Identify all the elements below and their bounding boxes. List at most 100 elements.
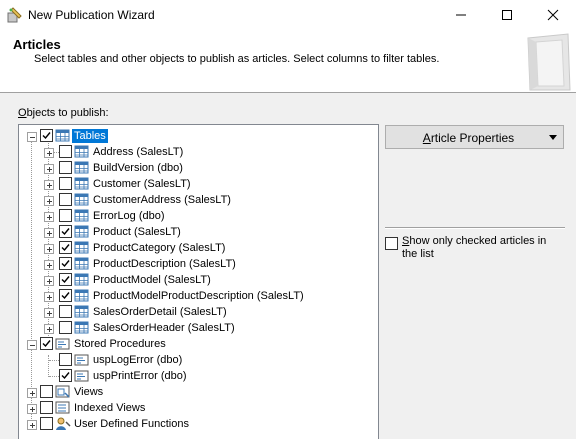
table-checkbox[interactable] — [59, 321, 72, 334]
expand-expander[interactable] — [44, 308, 54, 318]
table-checkbox[interactable] — [59, 305, 72, 318]
table-checkbox[interactable] — [59, 289, 72, 302]
objects-tree[interactable]: Tables Address (SalesLT) BuildVersion (d… — [18, 124, 379, 439]
table-label[interactable]: BuildVersion (dbo) — [91, 161, 185, 175]
minimize-icon — [456, 14, 466, 16]
checkmark-icon — [61, 228, 70, 236]
tree-node-table[interactable]: SalesOrderHeader (SalesLT) — [19, 320, 359, 336]
checkmark-icon — [42, 340, 51, 348]
page-subtitle: Select tables and other objects to publi… — [34, 53, 440, 65]
expand-expander[interactable] — [44, 260, 54, 270]
views-checkbox[interactable] — [40, 385, 53, 398]
views-label[interactable]: Views — [72, 385, 105, 399]
tables-label[interactable]: Tables — [72, 129, 108, 143]
tree-node-table[interactable]: Product (SalesLT) — [19, 224, 359, 240]
indexed-views-checkbox[interactable] — [40, 401, 53, 414]
table-checkbox[interactable] — [59, 193, 72, 206]
udf-label[interactable]: User Defined Functions — [72, 417, 191, 431]
article-properties-button[interactable]: Article Properties — [385, 125, 564, 149]
expand-expander[interactable] — [44, 276, 54, 286]
tree-node-views[interactable]: Views — [19, 384, 169, 400]
tree-node-table[interactable]: ProductCategory (SalesLT) — [19, 240, 359, 256]
table-checkbox[interactable] — [59, 257, 72, 270]
close-button[interactable] — [530, 0, 576, 30]
expand-expander[interactable] — [44, 164, 54, 174]
checkmark-icon — [61, 260, 70, 268]
maximize-icon — [502, 10, 512, 20]
table-checkbox[interactable] — [59, 161, 72, 174]
table-checkbox[interactable] — [59, 241, 72, 254]
procedure-checkbox[interactable] — [59, 369, 72, 382]
table-icon — [74, 145, 89, 158]
procedure-label[interactable]: uspLogError (dbo) — [91, 353, 184, 367]
table-label[interactable]: SalesOrderDetail (SalesLT) — [91, 305, 229, 319]
tree-node-table[interactable]: SalesOrderDetail (SalesLT) — [19, 304, 359, 320]
table-label[interactable]: ProductModel (SalesLT) — [91, 273, 213, 287]
expand-expander[interactable] — [44, 244, 54, 254]
procs-checkbox[interactable] — [40, 337, 53, 350]
table-checkbox[interactable] — [59, 225, 72, 238]
tree-node-procedure[interactable]: uspLogError (dbo) — [19, 352, 259, 368]
expand-expander[interactable] — [44, 148, 54, 158]
table-icon — [74, 193, 89, 206]
tree-node-table[interactable]: ProductModel (SalesLT) — [19, 272, 359, 288]
tree-node-table[interactable]: BuildVersion (dbo) — [19, 160, 359, 176]
table-label[interactable]: ErrorLog (dbo) — [91, 209, 167, 223]
tree-node-table[interactable]: Customer (SalesLT) — [19, 176, 359, 192]
tree-node-table[interactable]: ProductModelProductDescription (SalesLT) — [19, 288, 359, 304]
table-label[interactable]: Customer (SalesLT) — [91, 177, 193, 191]
tree-node-table[interactable]: ErrorLog (dbo) — [19, 208, 359, 224]
maximize-button[interactable] — [484, 0, 530, 30]
tree-node-indexed-views[interactable]: Indexed Views — [19, 400, 189, 416]
indexed-views-folder-icon — [55, 401, 70, 414]
table-checkbox[interactable] — [59, 177, 72, 190]
table-label[interactable]: ProductModelProductDescription (SalesLT) — [91, 289, 306, 303]
udf-checkbox[interactable] — [40, 417, 53, 430]
expand-expander[interactable] — [44, 180, 54, 190]
page-title: Articles — [13, 37, 61, 52]
collapse-expander[interactable] — [27, 132, 37, 142]
procedure-label[interactable]: uspPrintError (dbo) — [91, 369, 189, 383]
table-icon — [74, 305, 89, 318]
tree-node-table[interactable]: Address (SalesLT) — [19, 144, 359, 160]
table-icon — [74, 177, 89, 190]
expand-expander[interactable] — [27, 404, 37, 414]
table-checkbox[interactable] — [59, 273, 72, 286]
wizard-book-icon — [527, 33, 571, 91]
tree-node-stored-procedures[interactable]: Stored Procedures — [19, 336, 219, 352]
expand-expander[interactable] — [27, 388, 37, 398]
checkmark-icon — [61, 276, 70, 284]
tree-node-procedure[interactable]: uspPrintError (dbo) — [19, 368, 259, 384]
expand-expander[interactable] — [44, 228, 54, 238]
show-only-checked-label[interactable]: Show only checked articles in the list — [402, 235, 562, 261]
tree-node-user-defined-functions[interactable]: User Defined Functions — [19, 416, 239, 432]
table-label[interactable]: SalesOrderHeader (SalesLT) — [91, 321, 237, 335]
stored-procedures-label[interactable]: Stored Procedures — [72, 337, 168, 351]
collapse-expander[interactable] — [27, 340, 37, 350]
table-checkbox[interactable] — [59, 145, 72, 158]
expand-expander[interactable] — [44, 292, 54, 302]
table-label[interactable]: ProductCategory (SalesLT) — [91, 241, 227, 255]
tables-checkbox[interactable] — [40, 129, 53, 142]
expand-expander[interactable] — [27, 420, 37, 430]
table-icon — [74, 289, 89, 302]
table-label[interactable]: Address (SalesLT) — [91, 145, 185, 159]
title-bar: New Publication Wizard — [0, 0, 576, 30]
expand-expander[interactable] — [44, 324, 54, 334]
minimize-button[interactable] — [438, 0, 484, 30]
tree-node-tables[interactable]: Tables — [19, 128, 139, 144]
wizard-app-icon — [7, 7, 22, 23]
table-label[interactable]: CustomerAddress (SalesLT) — [91, 193, 233, 207]
indexed-views-label[interactable]: Indexed Views — [72, 401, 147, 415]
checkmark-icon — [42, 132, 51, 140]
tree-node-table[interactable]: ProductDescription (SalesLT) — [19, 256, 359, 272]
table-icon — [74, 225, 89, 238]
table-label[interactable]: ProductDescription (SalesLT) — [91, 257, 238, 271]
expand-expander[interactable] — [44, 212, 54, 222]
table-checkbox[interactable] — [59, 209, 72, 222]
table-label[interactable]: Product (SalesLT) — [91, 225, 183, 239]
show-only-checked-checkbox[interactable] — [385, 237, 398, 250]
expand-expander[interactable] — [44, 196, 54, 206]
tree-node-table[interactable]: CustomerAddress (SalesLT) — [19, 192, 359, 208]
procedure-checkbox[interactable] — [59, 353, 72, 366]
